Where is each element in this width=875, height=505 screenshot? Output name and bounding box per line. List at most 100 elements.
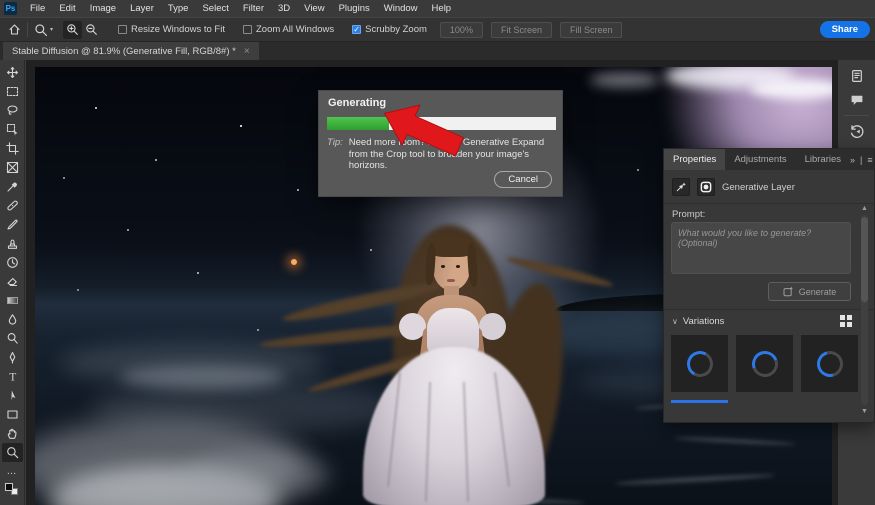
menu-type[interactable]: Type — [161, 0, 196, 17]
tip-label: Tip: — [327, 137, 343, 148]
divider — [844, 115, 869, 116]
history-brush-tool[interactable] — [2, 253, 23, 272]
clone-stamp-tool[interactable] — [2, 234, 23, 253]
menu-window[interactable]: Window — [377, 0, 425, 17]
menu-select[interactable]: Select — [195, 0, 235, 17]
generate-button[interactable]: Generate — [768, 282, 851, 301]
menu-plugins[interactable]: Plugins — [332, 0, 377, 17]
divider — [27, 22, 28, 37]
panel-scrollbar[interactable]: ▲ ▼ — [859, 205, 870, 415]
type-tool-icon: T — [9, 371, 16, 383]
variation-thumbnail-3[interactable] — [801, 335, 858, 392]
mouth — [447, 279, 455, 282]
menu-3d[interactable]: 3D — [271, 0, 297, 17]
type-tool[interactable]: T — [2, 367, 23, 386]
resize-windows-checkbox[interactable]: Resize Windows to Fit — [118, 24, 225, 35]
pin-arrow-icon — [676, 182, 686, 192]
photoshop-window: Ps File Edit Image Layer Type Select Fil… — [0, 0, 875, 505]
panel-menu-icon[interactable]: ≡ — [867, 155, 872, 165]
fit-screen-button[interactable]: Fit Screen — [490, 21, 552, 38]
document-tab-bar: Stable Diffusion @ 81.9% (Generative Fil… — [0, 42, 875, 60]
variation-thumbnail-2[interactable] — [736, 335, 793, 392]
divider: | — [860, 154, 863, 165]
scrollbar-thumb[interactable] — [861, 217, 868, 302]
share-button[interactable]: Share — [819, 21, 870, 38]
object-selection-tool[interactable] — [2, 120, 23, 139]
zoom-tool[interactable] — [1, 443, 23, 462]
menu-image[interactable]: Image — [83, 0, 123, 17]
loading-spinner-icon — [747, 346, 782, 381]
learn-icon — [851, 70, 862, 82]
path-selection-tool[interactable] — [2, 386, 23, 405]
hand-tool[interactable] — [2, 424, 23, 443]
lasso-tool[interactable] — [2, 101, 23, 120]
object-selection-tool-icon — [6, 123, 17, 136]
chevron-down-icon[interactable]: ∨ — [672, 317, 678, 326]
comment-icon — [851, 95, 862, 105]
color-swatches[interactable] — [5, 483, 19, 495]
path-selection-tool-icon — [10, 390, 15, 401]
scroll-down-icon[interactable]: ▼ — [859, 408, 870, 415]
eye — [441, 265, 445, 268]
layer-mask-thumbnail[interactable] — [697, 178, 715, 196]
options-bar: ▾ Resize Windows to Fit Zoom All Windows… — [0, 17, 875, 42]
generative-pin-button[interactable] — [672, 178, 690, 196]
scrollbar-track[interactable] — [861, 215, 868, 405]
learn-panel-button[interactable] — [838, 64, 875, 88]
cancel-button[interactable]: Cancel — [494, 171, 552, 188]
checkbox-icon — [243, 25, 252, 34]
prompt-label: Prompt: — [672, 209, 706, 220]
document-title: Stable Diffusion @ 81.9% (Generative Fil… — [12, 45, 236, 57]
blur-tool[interactable] — [2, 310, 23, 329]
comments-panel-button[interactable] — [838, 88, 875, 112]
history-brush-tool-icon — [6, 257, 18, 268]
scrubby-zoom-checkbox[interactable]: ✓ Scrubby Zoom — [352, 24, 427, 35]
menu-layer[interactable]: Layer — [123, 0, 161, 17]
prompt-input[interactable] — [671, 222, 851, 274]
marquee-tool[interactable] — [2, 82, 23, 101]
menu-file[interactable]: File — [23, 0, 52, 17]
zoom-100-button[interactable]: 100% — [439, 21, 483, 38]
home-button[interactable] — [8, 23, 21, 36]
brush-tool[interactable] — [2, 215, 23, 234]
zoom-all-windows-checkbox[interactable]: Zoom All Windows — [243, 24, 334, 35]
move-tool[interactable] — [2, 63, 23, 82]
menu-edit[interactable]: Edit — [52, 0, 82, 17]
eyedropper-tool[interactable] — [2, 177, 23, 196]
crop-tool[interactable] — [2, 139, 23, 158]
menu-view[interactable]: View — [297, 0, 331, 17]
dodge-tool[interactable] — [2, 329, 23, 348]
healing-brush-tool[interactable] — [2, 196, 23, 215]
grid-view-icon[interactable] — [840, 315, 852, 327]
zoom-in-button[interactable] — [63, 20, 83, 39]
tab-libraries[interactable]: Libraries — [796, 149, 850, 170]
gradient-tool-icon — [6, 297, 18, 304]
menu-filter[interactable]: Filter — [236, 0, 271, 17]
tab-properties[interactable]: Properties — [664, 149, 726, 170]
zoom-tool-preset-button[interactable]: ▾ — [34, 23, 53, 37]
history-panel-button[interactable] — [838, 119, 875, 143]
shape-tool[interactable] — [2, 405, 23, 424]
foreground-color-swatch — [5, 483, 13, 491]
frame-tool[interactable] — [2, 158, 23, 177]
collapse-panel-icon[interactable]: » — [850, 155, 855, 165]
gradient-tool[interactable] — [2, 291, 23, 310]
crop-tool-icon — [5, 142, 19, 155]
eye — [456, 265, 460, 268]
variation-thumbnail-1[interactable] — [671, 335, 728, 392]
tab-adjustments[interactable]: Adjustments — [725, 149, 795, 170]
fill-screen-button[interactable]: Fill Screen — [559, 21, 623, 38]
document-tab[interactable]: Stable Diffusion @ 81.9% (Generative Fil… — [3, 42, 259, 60]
move-tool-icon — [6, 66, 18, 79]
edit-toolbar-button[interactable]: … — [2, 462, 23, 481]
loading-spinner-icon — [683, 347, 716, 380]
variations-header: ∨ Variations — [672, 315, 852, 327]
scroll-up-icon[interactable]: ▲ — [859, 205, 870, 212]
close-tab-icon[interactable]: × — [244, 46, 250, 57]
pen-tool[interactable] — [2, 348, 23, 367]
zoom-in-icon — [67, 24, 78, 35]
eraser-tool[interactable] — [2, 272, 23, 291]
zoom-out-button[interactable] — [82, 21, 101, 39]
scrubby-zoom-label: Scrubby Zoom — [365, 24, 427, 35]
menu-help[interactable]: Help — [425, 0, 459, 17]
